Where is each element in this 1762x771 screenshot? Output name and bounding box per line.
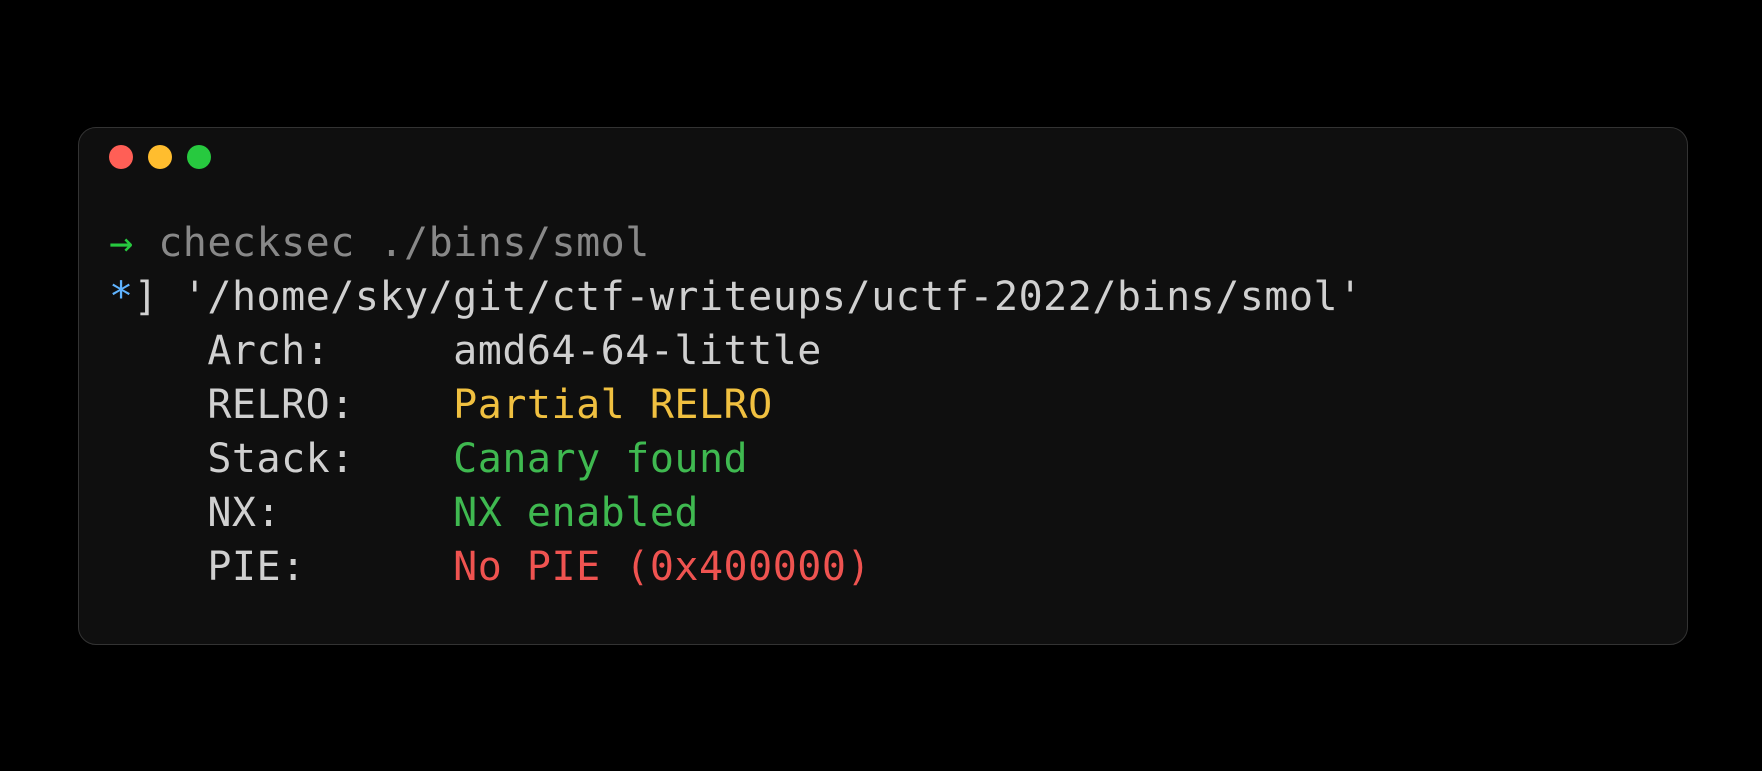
- maximize-button[interactable]: [187, 145, 211, 169]
- field-value: Canary found: [453, 436, 748, 482]
- checksec-field-row: RELRO: Partial RELRO: [109, 378, 1657, 432]
- checksec-field-row: Stack: Canary found: [109, 432, 1657, 486]
- terminal-body[interactable]: → checksec ./bins/smol *] '/home/sky/git…: [79, 186, 1687, 644]
- checksec-field-row: Arch: amd64-64-little: [109, 324, 1657, 378]
- field-value: Partial RELRO: [453, 382, 773, 428]
- binary-path: '/home/sky/git/ctf-writeups/uctf-2022/bi…: [183, 274, 1363, 320]
- field-label: Arch:: [109, 328, 453, 374]
- checksec-field-row: PIE: No PIE (0x400000): [109, 540, 1657, 594]
- output-header: *] '/home/sky/git/ctf-writeups/uctf-2022…: [109, 270, 1657, 324]
- field-label: Stack:: [109, 436, 453, 482]
- field-label: PIE:: [109, 544, 453, 590]
- terminal-window: → checksec ./bins/smol *] '/home/sky/git…: [78, 127, 1688, 645]
- prompt-line: → checksec ./bins/smol: [109, 216, 1657, 270]
- checksec-field-row: NX: NX enabled: [109, 486, 1657, 540]
- window-titlebar: [79, 128, 1687, 186]
- minimize-button[interactable]: [148, 145, 172, 169]
- close-button[interactable]: [109, 145, 133, 169]
- marker-star-icon: *: [109, 274, 134, 320]
- field-value: NX enabled: [453, 490, 699, 536]
- field-value: No PIE (0x400000): [453, 544, 871, 590]
- field-value: amd64-64-little: [453, 328, 822, 374]
- field-label: RELRO:: [109, 382, 453, 428]
- command-text: checksec ./bins/smol: [158, 220, 650, 266]
- prompt-arrow-icon: →: [109, 220, 134, 266]
- field-label: NX:: [109, 490, 453, 536]
- marker-bracket: ]: [134, 274, 159, 320]
